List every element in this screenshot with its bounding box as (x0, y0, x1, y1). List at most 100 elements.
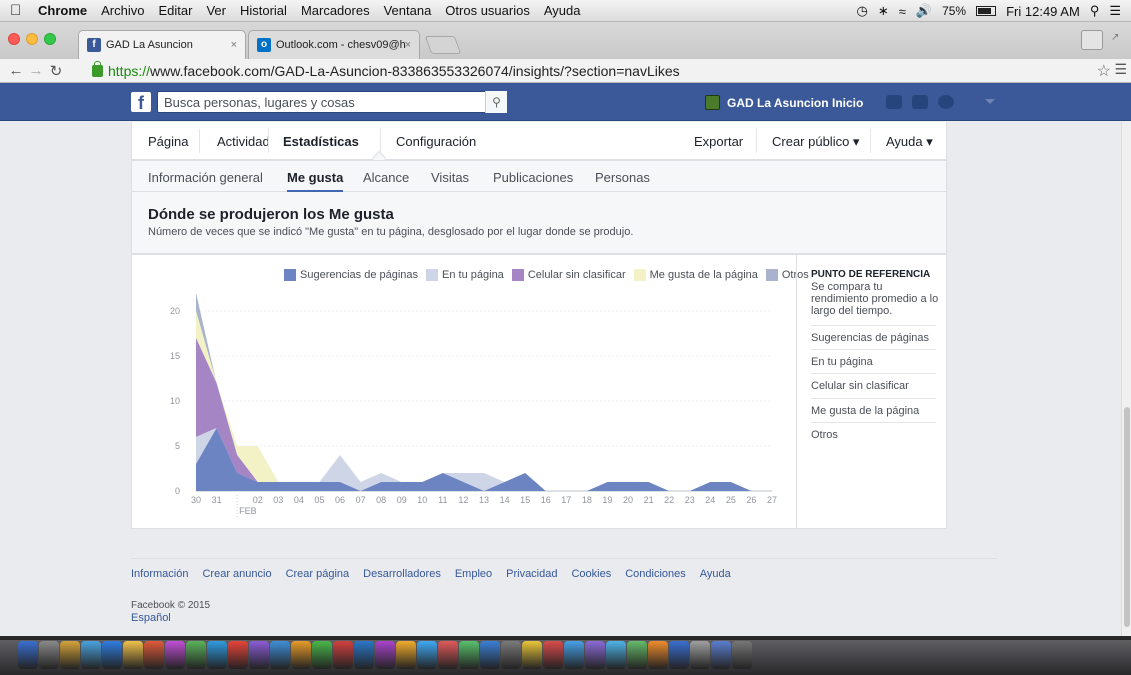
notifications-icon[interactable] (938, 95, 954, 109)
dock-app-icon[interactable] (144, 641, 164, 669)
dock-app-icon[interactable] (522, 641, 542, 669)
footer-link[interactable]: Crear página (286, 568, 350, 580)
dock-app-icon[interactable] (732, 641, 752, 669)
dock-app-icon[interactable] (375, 641, 395, 669)
dock-app-icon[interactable] (648, 641, 668, 669)
footer-link[interactable]: Crear anuncio (202, 568, 271, 580)
subtab-me-gusta[interactable]: Me gusta (287, 170, 343, 185)
footer-link[interactable]: Cookies (571, 568, 611, 580)
lock-icon[interactable] (92, 61, 103, 77)
dock-app-icon[interactable] (690, 641, 710, 669)
reference-item[interactable]: En tu página (811, 356, 936, 368)
dock-app-icon[interactable] (459, 641, 479, 669)
footer-link[interactable]: Privacidad (506, 568, 557, 580)
notification-center-icon[interactable]: ☰ (1109, 3, 1121, 19)
dock-app-icon[interactable] (354, 641, 374, 669)
menu-archivo[interactable]: Archivo (101, 3, 144, 18)
spotlight-icon[interactable]: ⚲ (1090, 3, 1100, 19)
reload-icon[interactable]: ↻ (46, 62, 66, 80)
menu-ventana[interactable]: Ventana (384, 3, 432, 18)
reference-item[interactable]: Me gusta de la página (811, 405, 936, 417)
fullscreen-icon[interactable]: ↗ (1111, 32, 1123, 44)
help-dropdown[interactable]: Ayuda ▾ (886, 134, 933, 150)
time-machine-icon[interactable]: ◷ (857, 3, 868, 19)
menu-app[interactable]: Chrome (38, 3, 87, 18)
clock[interactable]: Fri 12:49 AM (1006, 4, 1080, 19)
dock-app-icon[interactable] (585, 641, 605, 669)
menu-ayuda[interactable]: Ayuda (544, 3, 581, 18)
profile-button[interactable] (1081, 30, 1103, 50)
facebook-logo-icon[interactable]: f (131, 92, 151, 113)
close-tab-icon[interactable]: × (231, 39, 237, 51)
nav-actividad[interactable]: Actividad (217, 134, 270, 149)
dock-app-icon[interactable] (249, 641, 269, 669)
messages-icon[interactable] (912, 95, 928, 109)
scrollbar-thumb[interactable] (1124, 407, 1130, 627)
dock-app-icon[interactable] (333, 641, 353, 669)
page-avatar[interactable] (705, 95, 720, 110)
dock-app-icon[interactable] (669, 641, 689, 669)
dock-app-icon[interactable] (165, 641, 185, 669)
dock-app-icon[interactable] (501, 641, 521, 669)
home-link[interactable]: Inicio (832, 96, 863, 110)
search-icon[interactable]: ⚲ (485, 91, 507, 113)
subtab-personas[interactable]: Personas (595, 170, 650, 185)
reference-item[interactable]: Celular sin clasificar (811, 380, 936, 392)
nav-pagina[interactable]: Página (148, 134, 188, 149)
close-window-button[interactable] (8, 33, 20, 45)
dock-app-icon[interactable] (312, 641, 332, 669)
footer-link[interactable]: Información (131, 568, 188, 580)
wifi-icon[interactable]: ≈ (899, 4, 906, 19)
nav-estadisticas[interactable]: Estadísticas (283, 134, 359, 149)
page-name-link[interactable]: GAD La Asuncion (727, 96, 829, 110)
language-link[interactable]: Español (131, 612, 171, 624)
reference-item[interactable]: Otros (811, 429, 936, 441)
battery-icon[interactable] (976, 6, 997, 16)
dock-app-icon[interactable] (18, 641, 38, 669)
dock-app-icon[interactable] (228, 641, 248, 669)
dock-app-icon[interactable] (39, 641, 59, 669)
menu-historial[interactable]: Historial (240, 3, 287, 18)
subtab-alcance[interactable]: Alcance (363, 170, 409, 185)
dock-app-icon[interactable] (123, 641, 143, 669)
subtab-informacion-general[interactable]: Información general (148, 170, 263, 185)
dock-app-icon[interactable] (438, 641, 458, 669)
dock-app-icon[interactable] (543, 641, 563, 669)
dock-app-icon[interactable] (207, 641, 227, 669)
menu-marcadores[interactable]: Marcadores (301, 3, 370, 18)
forward-icon[interactable]: → (26, 62, 46, 79)
footer-link[interactable]: Empleo (455, 568, 492, 580)
volume-icon[interactable]: 🔊 (916, 3, 932, 19)
close-tab-icon[interactable]: × (405, 39, 411, 51)
menu-otros-usuarios[interactable]: Otros usuarios (445, 3, 530, 18)
account-menu-chevron-icon[interactable] (985, 99, 995, 104)
bluetooth-icon[interactable]: ∗ (878, 3, 889, 19)
create-audience-dropdown[interactable]: Crear público ▾ (772, 134, 859, 150)
menu-ver[interactable]: Ver (206, 3, 226, 18)
footer-link[interactable]: Desarrolladores (363, 568, 441, 580)
dock-app-icon[interactable] (60, 641, 80, 669)
zoom-window-button[interactable] (44, 33, 56, 45)
tab-outlook[interactable]: o Outlook.com - chesv09@h × (248, 30, 420, 59)
dock-app-icon[interactable] (186, 641, 206, 669)
dock-app-icon[interactable] (81, 641, 101, 669)
likes-area-chart[interactable]: 0510152030 31 02 03 04 05 06 07 08 09 10 11 12 13 14 15… (132, 255, 796, 528)
dock-app-icon[interactable] (417, 641, 437, 669)
minimize-window-button[interactable] (26, 33, 38, 45)
nav-configuracion[interactable]: Configuración (396, 134, 476, 149)
export-button[interactable]: Exportar (694, 134, 743, 149)
menu-editar[interactable]: Editar (158, 3, 192, 18)
address-bar[interactable]: https:// www.facebook.com/GAD-La-Asuncio… (92, 61, 1102, 81)
new-tab-button[interactable] (424, 36, 462, 54)
dock-app-icon[interactable] (270, 641, 290, 669)
dock-app-icon[interactable] (396, 641, 416, 669)
tab-gad-la-asuncion[interactable]: f GAD La Asuncion × (78, 30, 246, 59)
search-input[interactable]: Busca personas, lugares y cosas (157, 91, 507, 113)
footer-link[interactable]: Condiciones (625, 568, 686, 580)
apple-icon[interactable]:  (10, 2, 24, 19)
friend-requests-icon[interactable] (886, 95, 902, 109)
reference-item[interactable]: Sugerencias de páginas (811, 332, 936, 344)
dock-app-icon[interactable] (102, 641, 122, 669)
dock-app-icon[interactable] (711, 641, 731, 669)
scrollbar[interactable] (1121, 122, 1131, 636)
